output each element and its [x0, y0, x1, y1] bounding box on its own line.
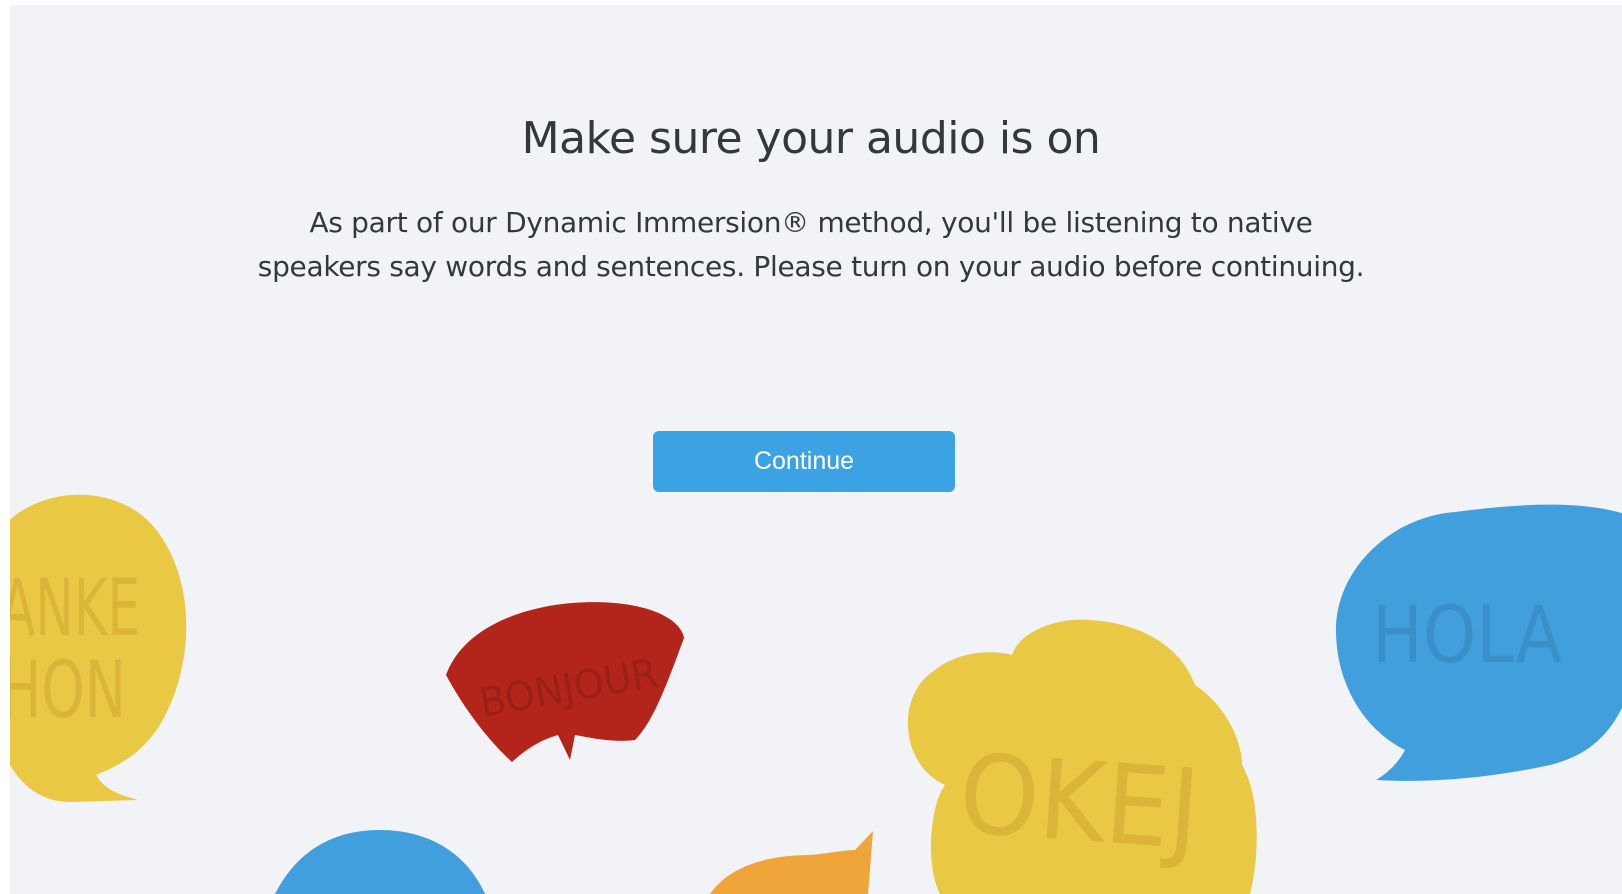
- hola-bubble: HOLA: [1336, 504, 1622, 781]
- danke-bubble: ANKE HON: [10, 494, 187, 802]
- danke-bubble-shape: [10, 494, 187, 802]
- okej-bubble-text: OKEJ: [955, 730, 1203, 874]
- okej-bubble-shape: [907, 619, 1257, 894]
- page-title: Make sure your audio is on: [521, 113, 1101, 164]
- hola-bubble-shape: [1336, 504, 1622, 781]
- bonjour-bubble-shape: [446, 602, 684, 762]
- danke-bubble-text-1: ANKE: [10, 564, 140, 654]
- hola-bubble-text: HOLA: [1372, 591, 1562, 681]
- bonjour-bubble: BONJOUR: [446, 602, 684, 762]
- bottom-blue-bubble: [275, 830, 485, 894]
- continue-button[interactable]: Continue: [653, 431, 955, 492]
- audio-check-screen: ANKE HON BONJOUR OKEJ HOLA Make sure you…: [10, 5, 1622, 894]
- audio-description: As part of our Dynamic Immersion® method…: [257, 206, 1365, 283]
- bottom-orange-bubble: [710, 831, 873, 894]
- danke-bubble-text-2: HON: [10, 646, 126, 736]
- bonjour-bubble-text: BONJOUR: [476, 650, 661, 727]
- okej-bubble: OKEJ: [907, 619, 1257, 894]
